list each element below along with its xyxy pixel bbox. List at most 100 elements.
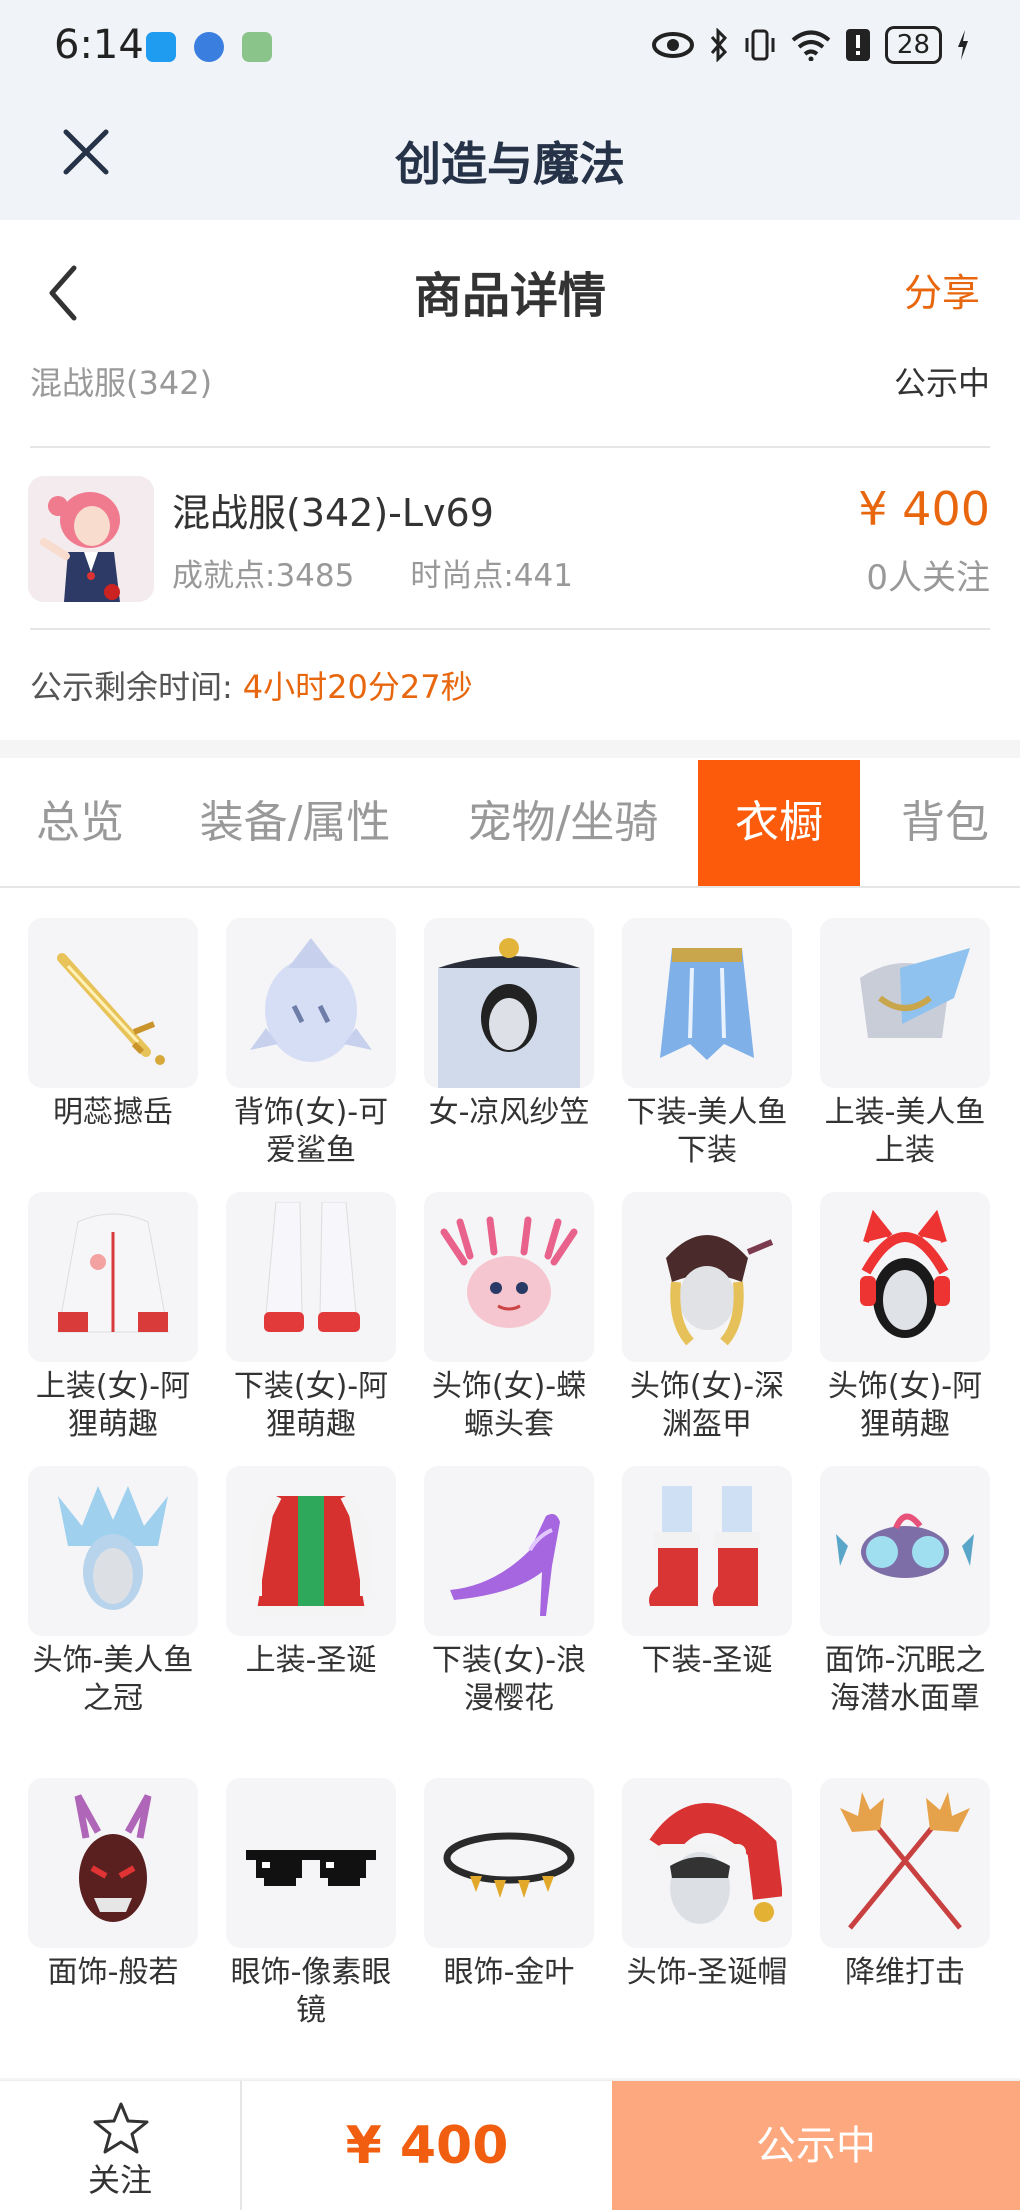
role-price: ¥ 400	[858, 482, 990, 536]
product-header: 商品详情 分享 混战服(342) 公示中 混战服(342)-Lv69 成就点:3…	[0, 220, 1020, 740]
bottom-action-bar: 关注 ¥ 400 公示中	[0, 2080, 1020, 2210]
item-name: 女-凉风纱笠	[428, 1095, 590, 1130]
wardrobe-grid: 明蕊撼岳 背饰(女)-可爱鲨鱼 女-凉风纱笠 下装-美人鱼下装 上装-美人鱼上装…	[0, 888, 1020, 2078]
wardrobe-item[interactable]: 头饰(女)-深渊盔甲	[622, 1192, 792, 1444]
browser-app-icon	[194, 32, 224, 62]
item-name: 面饰-般若	[47, 1955, 179, 1990]
follower-count: 0人关注	[866, 558, 990, 598]
game-app-icon	[242, 32, 272, 62]
item-name: 下装-圣诞	[641, 1643, 773, 1678]
abyss-helmet-icon	[622, 1192, 792, 1362]
item-name: 背饰(女)-可爱鲨鱼	[233, 1095, 389, 1168]
star-icon	[93, 2102, 149, 2154]
status-indicators: 28	[651, 26, 970, 64]
wardrobe-item[interactable]: 背饰(女)-可爱鲨鱼	[226, 918, 396, 1170]
wardrobe-item[interactable]: 头饰-美人鱼之冠	[28, 1466, 198, 1718]
status-app-icons	[146, 32, 272, 62]
wardrobe-item[interactable]: 明蕊撼岳	[28, 918, 198, 1132]
mermaid-skirt-icon	[622, 918, 792, 1088]
status-time: 6:14	[54, 22, 144, 68]
wardrobe-item[interactable]: 眼饰-像素眼镜	[226, 1778, 396, 2030]
item-name: 上装-美人鱼上装	[824, 1095, 986, 1168]
wardrobe-item[interactable]: 降维打击	[820, 1778, 990, 1992]
gold-leaf-circlet-icon	[424, 1778, 594, 1948]
item-name: 头饰(女)-阿狸萌趣	[827, 1369, 983, 1442]
sword-icon	[28, 918, 198, 1088]
wardrobe-item[interactable]: 下装-美人鱼下装	[622, 918, 792, 1170]
wardrobe-item[interactable]: 下装(女)-浪漫樱花	[424, 1466, 594, 1718]
wardrobe-item[interactable]: 头饰(女)-阿狸萌趣	[820, 1192, 990, 1444]
app-bar: 创造与魔法	[0, 100, 1020, 220]
wardrobe-item[interactable]: 上装(女)-阿狸萌趣	[28, 1192, 198, 1444]
share-button[interactable]: 分享	[904, 262, 980, 317]
bluetooth-icon	[710, 28, 727, 62]
wardrobe-item[interactable]: 上装-圣诞	[226, 1466, 396, 1680]
divider	[30, 628, 990, 630]
veil-hat-icon	[424, 918, 594, 1088]
wifi-icon	[791, 30, 831, 61]
item-name: 下装(女)-阿狸萌趣	[233, 1369, 389, 1442]
item-name: 面饰-沉眠之海潜水面罩	[824, 1643, 986, 1716]
wardrobe-item[interactable]: 眼饰-金叶	[424, 1778, 594, 1992]
charging-icon	[958, 30, 968, 60]
app-title: 创造与魔法	[395, 137, 625, 191]
hannya-mask-icon	[28, 1778, 198, 1948]
mermaid-crown-icon	[28, 1466, 198, 1636]
crossed-weapons-icon	[820, 1778, 990, 1948]
high-heel-icon	[424, 1466, 594, 1636]
wardrobe-item[interactable]: 女-凉风纱笠	[424, 918, 594, 1132]
tab-equipment[interactable]: 装备/属性	[170, 760, 420, 886]
wardrobe-item[interactable]: 头饰(女)-蝾螈头套	[424, 1192, 594, 1444]
eye-icon	[651, 32, 694, 58]
follow-label: 关注	[87, 2161, 152, 2199]
divider	[30, 446, 990, 448]
christmas-boots-icon	[622, 1466, 792, 1636]
vibrate-icon	[745, 29, 775, 61]
search-app-icon	[146, 32, 176, 62]
countdown-label: 公示剩余时间:	[30, 668, 233, 706]
fox-boots-icon	[226, 1192, 396, 1362]
item-name: 上装(女)-阿狸萌趣	[35, 1369, 191, 1442]
listing-status: 公示中	[893, 364, 990, 402]
item-name: 上装-圣诞	[245, 1643, 377, 1678]
wardrobe-item[interactable]: 上装-美人鱼上装	[820, 918, 990, 1170]
follow-button[interactable]: 关注	[0, 2081, 242, 2210]
tab-wardrobe[interactable]: 衣橱	[698, 760, 860, 886]
fox-headphones-icon	[820, 1192, 990, 1362]
page-title: 商品详情	[413, 268, 606, 324]
santa-hat-icon	[622, 1778, 792, 1948]
tab-backpack[interactable]: 背包	[870, 760, 1020, 886]
item-name: 明蕊撼岳	[53, 1095, 173, 1130]
wardrobe-item[interactable]: 头饰-圣诞帽	[622, 1778, 792, 1992]
wardrobe-item[interactable]: 下装-圣诞	[622, 1466, 792, 1680]
wardrobe-item[interactable]: 面饰-般若	[28, 1778, 198, 1992]
status-bar: 6:14 28	[0, 0, 1020, 100]
bottom-price: ¥ 400	[345, 2116, 509, 2176]
fashion-points: 时尚点:441	[410, 558, 573, 594]
pixel-glasses-icon	[226, 1778, 396, 1948]
item-name: 眼饰-像素眼镜	[230, 1955, 392, 2028]
diving-mask-icon	[820, 1466, 990, 1636]
item-name: 头饰-圣诞帽	[626, 1955, 788, 1990]
axolotl-head-icon	[424, 1192, 594, 1362]
item-name: 头饰-美人鱼之冠	[32, 1643, 194, 1716]
item-name: 眼饰-金叶	[443, 1955, 575, 1990]
role-stats: 成就点:3485 时尚点:441	[172, 550, 573, 595]
mermaid-top-icon	[820, 918, 990, 1088]
role-name: 混战服(342)-Lv69	[172, 491, 494, 535]
item-name: 降维打击	[845, 1955, 965, 1990]
countdown: 公示剩余时间: 4小时20分27秒	[30, 662, 473, 708]
tab-bar: 总览 装备/属性 宠物/坐骑 衣橱 背包	[0, 758, 1020, 888]
tab-pets[interactable]: 宠物/坐骑	[438, 760, 688, 886]
item-name: 头饰(女)-蝾螈头套	[431, 1369, 587, 1442]
wardrobe-item[interactable]: 下装(女)-阿狸萌趣	[226, 1192, 396, 1444]
status-action-button[interactable]: 公示中	[612, 2081, 1020, 2210]
shark-backpack-icon	[226, 918, 396, 1088]
wardrobe-item[interactable]: 面饰-沉眠之海潜水面罩	[820, 1466, 990, 1718]
alert-icon	[845, 29, 870, 61]
christmas-coat-icon	[226, 1466, 396, 1636]
tab-overview[interactable]: 总览	[0, 760, 160, 886]
achievement-points: 成就点:3485	[172, 558, 355, 594]
server-name: 混战服(342)	[30, 364, 213, 402]
fox-jacket-icon	[28, 1192, 198, 1362]
